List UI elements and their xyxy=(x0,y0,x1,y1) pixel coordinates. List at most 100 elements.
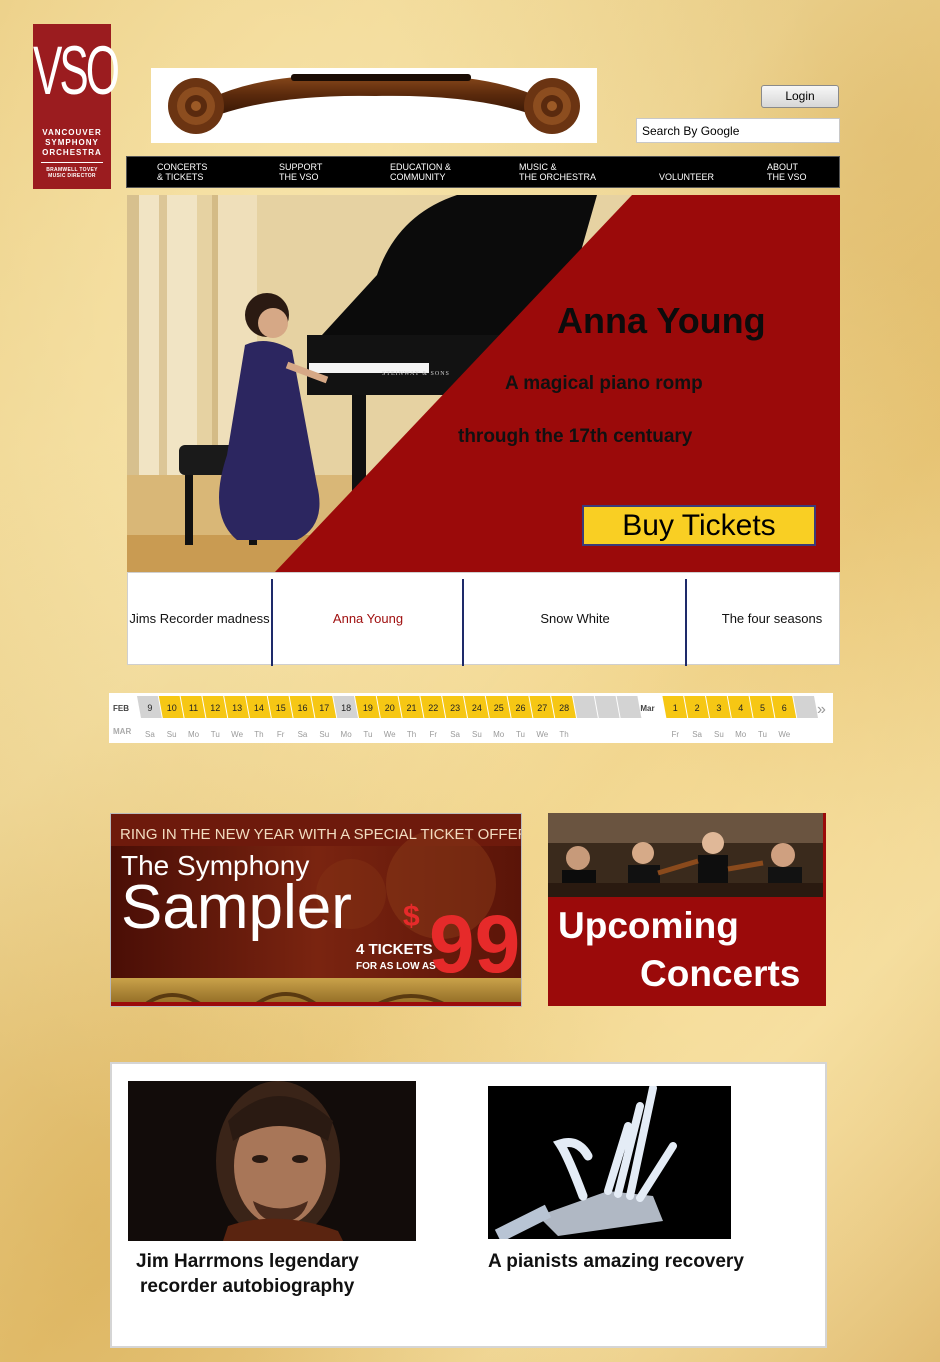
calendar-month-sublabel: MAR xyxy=(113,727,131,736)
calendar-weekday: Tu xyxy=(363,730,372,739)
calendar-day-number[interactable]: 6 xyxy=(782,703,787,713)
login-button[interactable]: Login xyxy=(761,85,839,108)
calendar-day-number[interactable]: 19 xyxy=(363,703,373,713)
upcoming-concerts-promo[interactable]: Upcoming Concerts xyxy=(548,813,826,1006)
hero-title: Anna Young xyxy=(557,300,766,341)
nav-volunteer[interactable]: VOLUNTEER xyxy=(659,172,714,182)
hero-subtitle-1: A magical piano romp xyxy=(505,373,703,394)
calendar-day-number[interactable]: 28 xyxy=(559,703,569,713)
calendar-strip: FEBMAR9Sa10Su11Mo12Tu13We14Th15Fr16Sa17S… xyxy=(109,693,833,743)
calendar-weekday: Su xyxy=(472,730,482,739)
hero-banner: STEINWAY & SONS Anna Young A magical pia… xyxy=(127,195,840,572)
symphony-sampler-promo[interactable]: RING IN THE NEW YEAR WITH A SPECIAL TICK… xyxy=(110,813,522,1007)
upcoming-line2: Concerts xyxy=(640,953,801,994)
calendar-day-number[interactable]: 23 xyxy=(450,703,460,713)
calendar-weekday: Mo xyxy=(341,730,353,739)
calendar-day-number[interactable]: 20 xyxy=(385,703,395,713)
article-image-violinist[interactable] xyxy=(128,1081,416,1241)
calendar-weekday: Fr xyxy=(277,730,285,739)
calendar-day-number[interactable]: 9 xyxy=(147,703,152,713)
calendar-empty-cell xyxy=(793,696,818,718)
calendar-day-number[interactable]: 12 xyxy=(210,703,220,713)
sampler-currency: $ xyxy=(403,900,420,933)
upcoming-label-box: Upcoming Concerts xyxy=(548,897,826,1006)
tab-snow-white[interactable]: Snow White xyxy=(464,573,686,664)
calendar-weekday: Sa xyxy=(692,730,702,739)
featured-articles: Jim Harrmons legendary recorder autobiog… xyxy=(110,1062,827,1348)
nav-concerts-tickets[interactable]: CONCERTS & TICKETS xyxy=(157,162,207,182)
calendar-weekday: Mo xyxy=(493,730,505,739)
calendar-weekday: Sa xyxy=(298,730,308,739)
calendar-month2-label: Mar xyxy=(640,704,654,713)
sampler-as-low: FOR AS LOW AS xyxy=(356,961,436,972)
search-input[interactable] xyxy=(636,118,840,143)
calendar-day-number[interactable]: 15 xyxy=(276,703,286,713)
calendar-day-number[interactable]: 25 xyxy=(494,703,504,713)
calendar-weekday: Th xyxy=(559,730,568,739)
calendar-weekday: Su xyxy=(714,730,724,739)
article-title-pianist[interactable]: A pianists amazing recovery xyxy=(488,1249,744,1274)
sampler-banner-text: RING IN THE NEW YEAR WITH A SPECIAL TICK… xyxy=(120,826,522,843)
vso-logo[interactable]: VSO VANCOUVER SYMPHONY ORCHESTRA BRAMWEL… xyxy=(33,24,120,189)
calendar-empty-cell xyxy=(573,696,598,718)
calendar-weekday: Mo xyxy=(188,730,200,739)
calendar-weekday: We xyxy=(231,730,243,739)
calendar-weekday: Tu xyxy=(211,730,220,739)
chevron-right-icon[interactable]: » xyxy=(817,701,826,718)
calendar-weekday: Fr xyxy=(430,730,438,739)
calendar-day-number[interactable]: 5 xyxy=(760,703,765,713)
logo-director: BRAMWELL TOVEY MUSIC DIRECTOR xyxy=(46,167,98,179)
calendar-day-number[interactable]: 18 xyxy=(341,703,351,713)
tab-jims-recorder[interactable]: Jims Recorder madness xyxy=(128,573,271,664)
calendar-day-number[interactable]: 1 xyxy=(673,703,678,713)
sampler-tickets: 4 TICKETS xyxy=(356,941,433,958)
calendar-month-label: FEB xyxy=(113,704,129,713)
concert-tabs: Jims Recorder madness Anna Young Snow Wh… xyxy=(127,572,840,666)
calendar-day-number[interactable]: 13 xyxy=(232,703,242,713)
calendar-weekday: Sa xyxy=(145,730,155,739)
calendar-weekday: Sa xyxy=(450,730,460,739)
calendar-day-number[interactable]: 14 xyxy=(254,703,264,713)
calendar-empty-cell xyxy=(594,696,620,718)
calendar-day-number[interactable]: 17 xyxy=(319,703,329,713)
article-image-xray-hand[interactable] xyxy=(488,1086,731,1239)
nav-music-orchestra[interactable]: MUSIC & THE ORCHESTRA xyxy=(519,162,596,182)
calendar-day-number[interactable]: 24 xyxy=(472,703,482,713)
calendar-weekday: Th xyxy=(407,730,416,739)
violin-scroll-graphic xyxy=(168,74,580,134)
logo-name: VANCOUVER SYMPHONY ORCHESTRA xyxy=(42,128,102,157)
nav-support[interactable]: SUPPORT THE VSO xyxy=(279,162,322,182)
violin-banner-image xyxy=(151,68,597,143)
calendar-weekday: We xyxy=(384,730,396,739)
calendar-day-number[interactable]: 16 xyxy=(297,703,307,713)
calendar-day-number[interactable]: 11 xyxy=(189,703,198,713)
upcoming-line1: Upcoming xyxy=(558,905,739,946)
hero-subtitle-2: through the 17th centuary xyxy=(458,426,693,447)
calendar-weekday: Su xyxy=(319,730,329,739)
calendar-empty-cell xyxy=(616,696,642,718)
logo-mark: VSO xyxy=(33,33,120,110)
nav-about[interactable]: ABOUT THE VSO xyxy=(767,162,807,182)
nav-education[interactable]: EDUCATION & COMMUNITY xyxy=(390,162,451,182)
calendar-day-number[interactable]: 2 xyxy=(695,703,700,713)
main-nav: CONCERTS & TICKETS SUPPORT THE VSO EDUCATI… xyxy=(126,156,840,188)
calendar-day-number[interactable]: 27 xyxy=(537,703,547,713)
buy-tickets-button[interactable]: Buy Tickets xyxy=(582,505,816,546)
article-title-jim[interactable]: Jim Harrmons legendary recorder autobiog… xyxy=(136,1249,359,1299)
tab-anna-young[interactable]: Anna Young xyxy=(273,573,463,664)
calendar-weekday: Th xyxy=(254,730,263,739)
sampler-line2: Sampler xyxy=(121,873,352,942)
calendar-day-number[interactable]: 22 xyxy=(428,703,438,713)
calendar-day-number[interactable]: 4 xyxy=(738,703,743,713)
piano-brand: STEINWAY & SONS xyxy=(382,371,450,377)
calendar-day-number[interactable]: 10 xyxy=(167,703,177,713)
orchestra-photo xyxy=(548,813,823,897)
calendar-day-number[interactable]: 21 xyxy=(406,703,416,713)
sampler-artwork: RING IN THE NEW YEAR WITH A SPECIAL TICK… xyxy=(111,814,522,1006)
calendar-day-number[interactable]: 3 xyxy=(716,703,721,713)
calendar-day-number[interactable]: 26 xyxy=(515,703,525,713)
calendar-weekday: Su xyxy=(167,730,177,739)
tab-four-seasons[interactable]: The four seasons xyxy=(687,573,857,664)
calendar-weekday: We xyxy=(778,730,790,739)
logo-divider xyxy=(41,162,103,163)
